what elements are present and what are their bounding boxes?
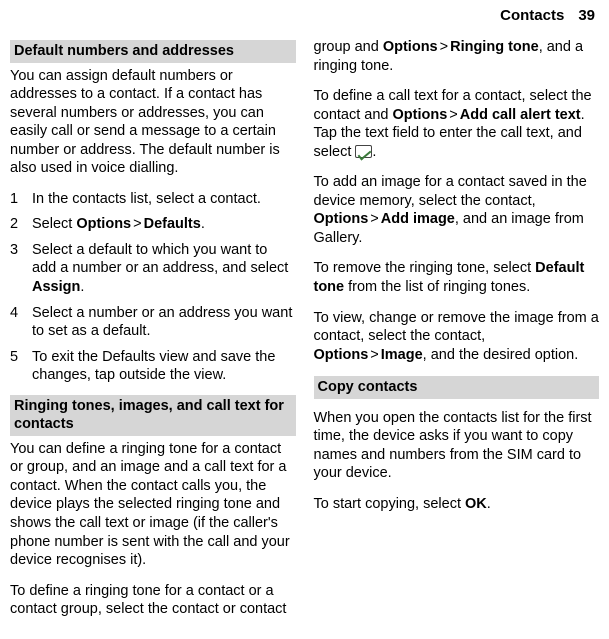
step-3: 3 Select a default to which you want to …: [10, 241, 296, 297]
page-body: Default numbers and addresses You can as…: [10, 38, 599, 633]
para-copy-intro: When you open the contacts list for the …: [314, 409, 600, 483]
step-number: 2: [10, 215, 32, 234]
options-label: Options: [383, 39, 438, 55]
options-label: Options: [314, 211, 369, 227]
add-call-alert-label: Add call alert text: [460, 107, 581, 123]
para-define-calltext: To define a call text for a contact, sel…: [314, 87, 600, 161]
step-body: To exit the Defaults view and save the c…: [32, 348, 296, 385]
heading-ringing-tones: Ringing tones, images, and call text for…: [10, 395, 296, 436]
add-image-label: Add image: [381, 211, 455, 227]
step-body: Select Options>Defaults.: [32, 215, 296, 234]
steps-default-numbers: 1 In the contacts list, select a contact…: [10, 190, 296, 385]
step-body: Select a default to which you want to ad…: [32, 241, 296, 297]
step-number: 4: [10, 304, 32, 341]
image-label: Image: [381, 347, 423, 363]
options-label: Options: [76, 216, 131, 232]
assign-label: Assign: [32, 279, 80, 295]
step-1: 1 In the contacts list, select a contact…: [10, 190, 296, 209]
para-ringing-intro: You can define a ringing tone for a cont…: [10, 440, 296, 570]
options-label: Options: [314, 347, 369, 363]
para-start-copying: To start copying, select OK.: [314, 495, 600, 514]
options-label: Options: [393, 107, 448, 123]
header-section: Contacts: [500, 7, 564, 24]
step-body: Select a number or an address you want t…: [32, 304, 296, 341]
defaults-label: Defaults: [144, 216, 201, 232]
ringing-tone-label: Ringing tone: [450, 39, 539, 55]
ok-label: OK: [465, 496, 487, 512]
step-5: 5 To exit the Defaults view and save the…: [10, 348, 296, 385]
intro-default-numbers: You can assign default numbers or addres…: [10, 67, 296, 178]
para-image-options: To view, change or remove the image from…: [314, 309, 600, 365]
step-2: 2 Select Options>Defaults.: [10, 215, 296, 234]
step-number: 1: [10, 190, 32, 209]
checkmark-icon: [355, 145, 372, 158]
para-add-image: To add an image for a contact saved in t…: [314, 173, 600, 247]
heading-default-numbers: Default numbers and addresses: [10, 40, 296, 63]
heading-copy-contacts: Copy contacts: [314, 376, 600, 399]
step-number: 3: [10, 241, 32, 297]
header-page-number: 39: [578, 7, 595, 24]
page-header: Contacts 39: [500, 6, 595, 25]
para-remove-tone: To remove the ringing tone, select Defau…: [314, 259, 600, 296]
step-body: In the contacts list, select a contact.: [32, 190, 296, 209]
step-4: 4 Select a number or an address you want…: [10, 304, 296, 341]
step-number: 5: [10, 348, 32, 385]
